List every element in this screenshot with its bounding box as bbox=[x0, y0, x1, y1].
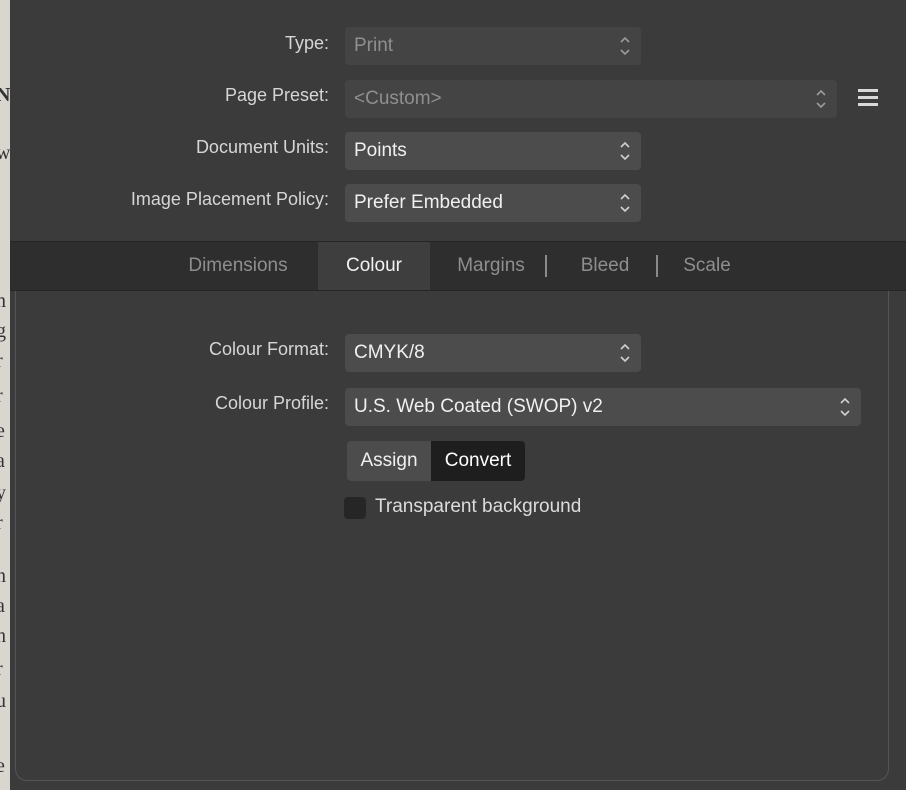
image-placement-policy-label: Image Placement Policy: bbox=[130, 189, 329, 209]
tab-separator bbox=[656, 255, 658, 277]
image-placement-policy-select[interactable]: Prefer Embedded bbox=[345, 184, 641, 222]
transparent-background-checkbox[interactable] bbox=[344, 497, 366, 519]
tab-dimensions[interactable]: Dimensions bbox=[168, 242, 308, 290]
chevron-up-down-icon bbox=[619, 35, 631, 57]
assign-convert-segmented-control: Assign Convert bbox=[347, 441, 525, 481]
type-select[interactable]: Print bbox=[345, 27, 641, 65]
document-units-select[interactable]: Points bbox=[345, 132, 641, 170]
tab-separator bbox=[545, 255, 547, 277]
type-label: Type: bbox=[284, 33, 329, 53]
type-value: Print bbox=[354, 35, 394, 56]
hamburger-menu-icon[interactable] bbox=[858, 89, 878, 107]
settings-tab-bar: Dimensions Colour Margins Bleed Scale bbox=[10, 241, 906, 291]
document-setup-dialog: Type: Print Page Preset: <Custom> Docume… bbox=[10, 0, 906, 790]
page-preset-select[interactable]: <Custom> bbox=[345, 80, 837, 118]
colour-format-label: Colour Format: bbox=[208, 339, 329, 359]
chevron-up-down-icon bbox=[619, 342, 631, 364]
chevron-up-down-icon bbox=[619, 140, 631, 162]
chevron-up-down-icon bbox=[839, 396, 851, 418]
page: N w n g r r e a y r n a h r u e Type: Pr… bbox=[0, 0, 906, 790]
tab-bleed[interactable]: Bleed bbox=[564, 242, 646, 290]
background-document: N w n g r r e a y r n a h r u e bbox=[0, 0, 10, 790]
document-units-label: Document Units: bbox=[195, 137, 329, 157]
colour-profile-select[interactable]: U.S. Web Coated (SWOP) v2 bbox=[345, 388, 861, 426]
image-placement-policy-value: Prefer Embedded bbox=[354, 192, 503, 213]
tab-margins[interactable]: Margins bbox=[440, 242, 542, 290]
colour-profile-label: Colour Profile: bbox=[214, 393, 329, 413]
transparent-background-label[interactable]: Transparent background bbox=[375, 496, 581, 518]
colour-profile-value: U.S. Web Coated (SWOP) v2 bbox=[354, 396, 603, 417]
colour-format-value: CMYK/8 bbox=[354, 342, 425, 363]
tab-scale[interactable]: Scale bbox=[670, 242, 744, 290]
chevron-up-down-icon bbox=[815, 88, 827, 110]
page-preset-value: <Custom> bbox=[354, 88, 442, 109]
document-units-value: Points bbox=[354, 140, 407, 161]
assign-button[interactable]: Assign bbox=[347, 441, 431, 481]
convert-button[interactable]: Convert bbox=[431, 441, 525, 481]
page-preset-label: Page Preset: bbox=[224, 85, 329, 105]
colour-format-select[interactable]: CMYK/8 bbox=[345, 334, 641, 372]
tab-colour[interactable]: Colour bbox=[318, 242, 430, 290]
chevron-up-down-icon bbox=[619, 192, 631, 214]
